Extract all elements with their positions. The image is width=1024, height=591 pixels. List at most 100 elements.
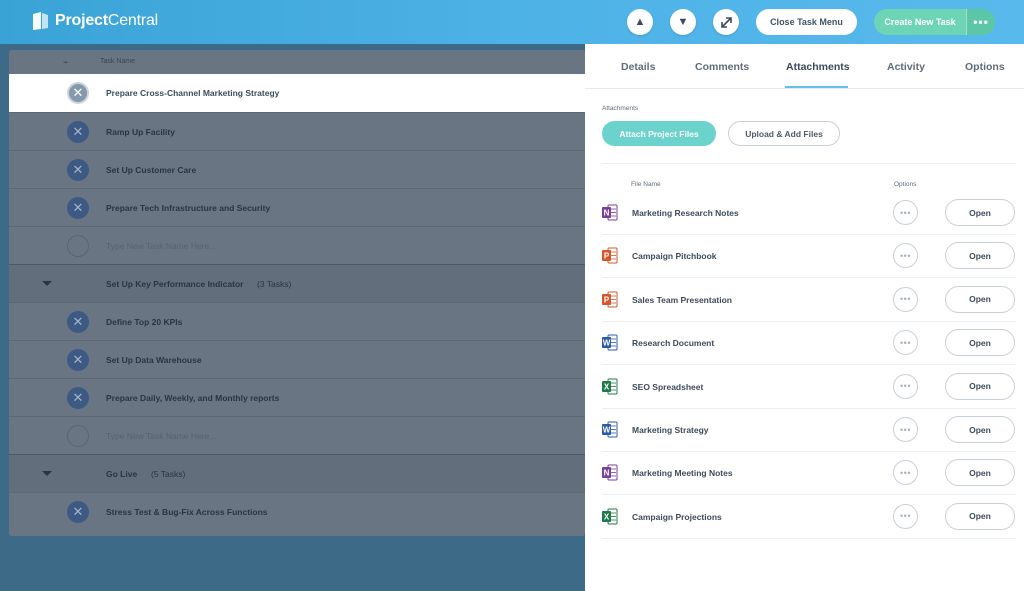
task-name: Define Top 20 KPIs xyxy=(106,316,183,327)
open-file-button[interactable]: Open xyxy=(945,416,1015,443)
attachment-row: N Marketing Meeting Notes ••• Open xyxy=(602,452,1016,496)
attachment-options-button[interactable]: ••• xyxy=(893,417,918,442)
task-rows: ✕ Prepare Cross-Channel Marketing Strateg… xyxy=(9,74,585,530)
open-file-button[interactable]: Open xyxy=(945,459,1015,487)
panel-tabs: Details Comments Attachments Activity Op… xyxy=(585,44,1024,89)
svg-text:N: N xyxy=(604,469,610,478)
new-task-input-row[interactable]: Type New Task Name Here... xyxy=(9,226,585,264)
attachment-options-button[interactable]: ••• xyxy=(893,373,918,399)
attachment-options-button[interactable]: ••• xyxy=(893,460,918,486)
task-group-name: Set Up Key Performance Indicator xyxy=(106,278,244,289)
task-row[interactable]: ✕ Prepare Cross-Channel Marketing Strateg… xyxy=(9,74,585,112)
open-file-button[interactable]: Open xyxy=(945,242,1015,270)
task-status-close-icon[interactable]: ✕ xyxy=(67,349,89,371)
app-logo[interactable]: ProjectCentral xyxy=(32,11,158,31)
top-bar: ProjectCentral ▲ ▼ Close Task Menu Creat… xyxy=(0,0,1024,44)
attachment-row: X Campaign Projections ••• Open xyxy=(602,496,1016,539)
attachment-row: P Campaign Pitchbook ••• Open xyxy=(602,235,1016,279)
task-status-close-icon[interactable]: ✕ xyxy=(67,121,89,143)
task-status-close-icon[interactable]: ✕ xyxy=(67,501,89,523)
tab-details[interactable]: Details xyxy=(621,61,655,73)
attachment-options-button[interactable]: ••• xyxy=(893,200,918,225)
task-row[interactable]: ✕ Define Top 20 KPIs xyxy=(9,302,585,340)
attachment-file-name[interactable]: Campaign Projections xyxy=(632,512,722,522)
task-row[interactable]: ✕ Prepare Daily, Weekly, and Monthly repo… xyxy=(9,378,585,416)
close-task-menu-button[interactable]: Close Task Menu xyxy=(756,9,857,35)
task-group-row[interactable]: Go Live (5 Tasks) xyxy=(9,454,585,492)
attachment-file-name[interactable]: Marketing Research Notes xyxy=(632,208,739,218)
create-new-task-button[interactable]: Create New Task ••• xyxy=(874,9,995,35)
caret-down-icon[interactable] xyxy=(42,281,52,286)
new-task-placeholder[interactable]: Type New Task Name Here... xyxy=(106,431,216,441)
caret-down-icon[interactable] xyxy=(42,471,52,476)
task-name: Prepare Daily, Weekly, and Monthly repor… xyxy=(106,392,280,403)
task-status-close-icon[interactable]: ✕ xyxy=(67,82,89,104)
task-status-close-icon[interactable]: ✕ xyxy=(67,387,89,409)
new-task-input-row[interactable]: Type New Task Name Here... xyxy=(9,416,585,454)
svg-text:P: P xyxy=(604,252,610,261)
task-name-column-header: Task Name xyxy=(100,58,136,65)
attachment-file-name[interactable]: Marketing Meeting Notes xyxy=(632,468,733,478)
tab-comments[interactable]: Comments xyxy=(695,61,749,73)
task-status-close-icon[interactable]: ✕ xyxy=(67,159,89,181)
attachment-row: W Marketing Strategy ••• Open xyxy=(602,409,1016,452)
upload-add-files-button[interactable]: Upload & Add Files xyxy=(728,121,840,146)
empty-check-circle[interactable] xyxy=(67,235,89,257)
task-name: Prepare Tech Infrastructure and Security xyxy=(106,202,271,213)
attachment-file-name[interactable]: Marketing Strategy xyxy=(632,425,709,435)
task-name: Set Up Data Warehouse xyxy=(106,354,202,365)
attachment-options-button[interactable]: ••• xyxy=(893,286,918,312)
svg-text:N: N xyxy=(604,209,610,218)
options-column-header: Options xyxy=(894,181,917,188)
task-row[interactable]: ✕ Set Up Customer Care xyxy=(9,150,585,188)
attachment-file-name[interactable]: Research Document xyxy=(632,338,714,348)
task-row[interactable]: ✕ Ramp Up Facility xyxy=(9,112,585,150)
task-group-count: (3 Tasks) xyxy=(257,278,292,289)
attachment-row: P Sales Team Presentation ••• Open xyxy=(602,279,1016,322)
more-options-button[interactable]: ••• xyxy=(966,9,995,35)
task-row[interactable]: ✕ Prepare Tech Infrastructure and Securit… xyxy=(9,188,585,226)
task-group-row[interactable]: Set Up Key Performance Indicator (3 Tasks… xyxy=(9,264,585,302)
open-file-button[interactable]: Open xyxy=(945,502,1015,530)
open-file-button[interactable]: Open xyxy=(945,199,1015,226)
task-group-count: (5 Tasks) xyxy=(151,468,186,479)
move-down-button[interactable]: ▼ xyxy=(670,9,696,35)
task-row[interactable]: ✕ Set Up Data Warehouse xyxy=(9,340,585,378)
attachment-file-name[interactable]: SEO Spreadsheet xyxy=(632,382,703,392)
task-list-header: ⌁ Task Name xyxy=(9,50,585,74)
task-list-panel: ⌁ Task Name ✕ Prepare Cross-Channel Marke… xyxy=(9,50,585,536)
task-row[interactable]: ✕ Stress Test & Bug-Fix Across Functions xyxy=(9,492,585,530)
tab-attachments[interactable]: Attachments xyxy=(786,61,850,73)
task-name: Ramp Up Facility xyxy=(106,126,175,137)
attachment-file-name[interactable]: Sales Team Presentation xyxy=(632,295,732,305)
svg-text:X: X xyxy=(604,382,610,391)
tab-activity[interactable]: Activity xyxy=(887,61,925,73)
file-name-column-header: File Name xyxy=(631,181,661,188)
powerpoint-file-icon: P xyxy=(602,247,618,264)
open-file-button[interactable]: Open xyxy=(945,285,1015,313)
task-name: Set Up Customer Care xyxy=(106,164,197,175)
section-divider xyxy=(602,163,1016,164)
move-up-button[interactable]: ▲ xyxy=(627,9,653,35)
open-file-button[interactable]: Open xyxy=(945,372,1015,400)
empty-check-circle[interactable] xyxy=(67,425,89,447)
task-name: Prepare Cross-Channel Marketing Strategy xyxy=(106,88,280,98)
new-task-placeholder[interactable]: Type New Task Name Here... xyxy=(106,241,216,251)
task-status-close-icon[interactable]: ✕ xyxy=(67,197,89,219)
attachment-options-button[interactable]: ••• xyxy=(893,330,918,356)
onenote-file-icon: N xyxy=(602,204,618,221)
task-group-name: Go Live xyxy=(106,468,138,479)
attachment-options-button[interactable]: ••• xyxy=(893,503,918,529)
active-tab-indicator xyxy=(785,86,848,88)
expand-button[interactable] xyxy=(713,9,739,35)
open-file-button[interactable]: Open xyxy=(945,329,1015,357)
svg-text:W: W xyxy=(603,426,611,435)
attachment-options-button[interactable]: ••• xyxy=(893,243,918,269)
attachment-file-name[interactable]: Campaign Pitchbook xyxy=(632,251,717,261)
svg-text:W: W xyxy=(603,339,611,348)
powerpoint-file-icon: P xyxy=(602,291,618,308)
attachment-row: W Research Document ••• Open xyxy=(602,322,1016,366)
task-status-close-icon[interactable]: ✕ xyxy=(67,311,89,333)
tab-options[interactable]: Options xyxy=(965,61,1005,73)
attach-project-files-button[interactable]: Attach Project Files xyxy=(602,121,716,146)
